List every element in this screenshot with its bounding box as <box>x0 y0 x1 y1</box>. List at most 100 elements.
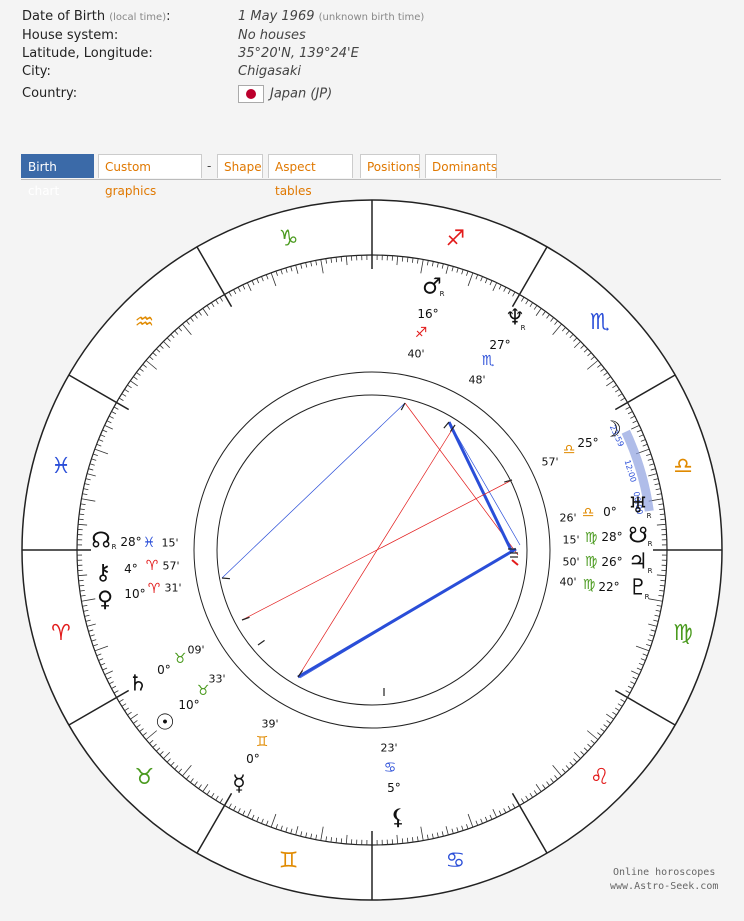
sun-degree-label: 10° <box>178 698 199 712</box>
degree-tick <box>402 838 403 843</box>
pluto-sign-icon: ♍ <box>583 577 596 593</box>
sun-icon: ☉ <box>155 711 175 736</box>
node-icon: ☊ <box>91 529 111 554</box>
lilith-icon: ☋ <box>628 524 648 549</box>
dob-label: Date of Birth (local time): <box>22 8 238 27</box>
tab-birth-chart[interactable]: Birth chart <box>21 154 94 178</box>
leo-sign-icon: ♌ <box>590 765 610 790</box>
venus-degree-label: 10° <box>124 587 145 601</box>
venus-icon: ♀ <box>97 588 113 613</box>
pisces-sign-icon: ♓ <box>51 454 71 479</box>
degree-tick <box>341 257 342 262</box>
tab-shape[interactable]: Shape <box>217 154 263 178</box>
planet-marker-tick <box>222 578 230 579</box>
degree-tick <box>660 580 665 581</box>
moon-icon: ☽ <box>602 418 622 443</box>
moon-sign-icon: ♎ <box>563 442 576 458</box>
birth-chart-wheel: ♑♐♏♎♍♌♋♊♉♈♓♒ 23:5912:0000:00 ♂R16°♐40'♆R… <box>0 190 744 917</box>
tab-dominants[interactable]: Dominants <box>425 154 497 178</box>
credit-line-1: Online horoscopes <box>610 866 718 880</box>
saturn-degree-label: 0° <box>157 663 171 677</box>
pluto-retrograde-label: R <box>645 593 650 601</box>
node-degree-label: 28° <box>120 535 141 549</box>
sun-minute-label: 33' <box>208 673 225 686</box>
pluto-minute-label: 40' <box>559 576 576 589</box>
house-value: No houses <box>238 27 306 45</box>
jupiter-retrograde-label: R <box>648 567 653 575</box>
neptune-retrograde-label: R <box>521 324 526 332</box>
uranus-sign-icon: ♎ <box>582 505 595 521</box>
tab-custom-graphics[interactable]: Custom graphics <box>98 154 202 178</box>
true-node-degree-label: 5° <box>387 781 401 795</box>
mars-sign-icon: ♐ <box>415 325 428 341</box>
house-row: House system: No houses <box>22 27 424 45</box>
mercury-icon: ☿ <box>232 772 246 797</box>
moon-minute-label: 57' <box>541 456 558 469</box>
mars-minute-label: 40' <box>407 348 424 361</box>
country-label: Country: <box>22 85 238 104</box>
chart-svg: ♑♐♏♎♍♌♋♊♉♈♓♒ 23:5912:0000:00 ♂R16°♐40'♆R… <box>0 190 744 917</box>
saturn-minute-label: 09' <box>187 644 204 657</box>
site-credit: Online horoscopes www.Astro-Seek.com <box>610 866 718 894</box>
sagittarius-sign-icon: ♐ <box>445 226 465 251</box>
node-minute-label: 15' <box>161 537 178 550</box>
latlon-label: Latitude, Longitude: <box>22 45 238 63</box>
mercury-degree-label: 0° <box>246 752 260 766</box>
node-sign-icon: ♓ <box>143 535 156 551</box>
house-label: House system: <box>22 27 238 45</box>
city-row: City: Chigasaki <box>22 63 424 81</box>
uranus-degree-label: 0° <box>603 505 617 519</box>
chiron-icon: ⚷ <box>95 561 111 586</box>
sun-sign-icon: ♉ <box>197 683 210 699</box>
neptune-sign-icon: ♏ <box>482 353 495 369</box>
chart-tabs: Birth chart Custom graphics - Shape Aspe… <box>21 154 721 180</box>
mercury-sign-icon: ♊ <box>256 734 269 750</box>
capricorn-sign-icon: ♑ <box>279 226 299 251</box>
mars-degree-label: 16° <box>417 307 438 321</box>
saturn-icon: ♄ <box>128 672 148 697</box>
jupiter-minute-label: 50' <box>562 556 579 569</box>
moon-degree-label: 25° <box>577 436 598 450</box>
true-node-icon: ⚸ <box>390 806 406 831</box>
tab-positions[interactable]: Positions <box>360 154 420 178</box>
city-value: Chigasaki <box>238 63 301 81</box>
libra-sign-icon: ♎ <box>673 454 693 479</box>
degree-tick <box>79 580 84 581</box>
degree-tick <box>79 519 84 520</box>
latlon-row: Latitude, Longitude: 35°20'N, 139°24'E <box>22 45 424 63</box>
lilith-degree-label: 28° <box>601 530 622 544</box>
jupiter-sign-icon: ♍ <box>585 554 598 570</box>
country-row: Country: Japan (JP) <box>22 85 424 104</box>
uranus-icon: ♅ <box>628 494 648 519</box>
chiron-minute-label: 57' <box>162 560 179 573</box>
virgo-sign-icon: ♍ <box>673 621 693 646</box>
degree-tick <box>402 257 403 262</box>
neptune-minute-label: 48' <box>468 374 485 387</box>
uranus-minute-label: 26' <box>559 512 576 525</box>
jupiter-degree-label: 26° <box>601 555 622 569</box>
tab-aspect-tables[interactable]: Aspect tables <box>268 154 353 178</box>
lilith-retrograde-label: R <box>648 540 653 548</box>
lilith-minute-label: 15' <box>562 534 579 547</box>
scorpio-sign-icon: ♏ <box>590 310 610 335</box>
dob-value: 1 May 1969 (unknown birth time) <box>238 8 424 27</box>
degree-tick <box>341 838 342 843</box>
city-label: City: <box>22 63 238 81</box>
tab-separator: - <box>207 154 211 178</box>
mars-retrograde-label: R <box>440 290 445 298</box>
gemini-sign-icon: ♊ <box>279 849 299 874</box>
aries-sign-icon: ♈ <box>51 621 71 646</box>
mercury-minute-label: 39' <box>261 718 278 731</box>
birth-info: Date of Birth (local time): 1 May 1969 (… <box>22 8 424 104</box>
saturn-sign-icon: ♉ <box>174 651 187 667</box>
venus-minute-label: 31' <box>164 582 181 595</box>
node-retrograde-label: R <box>112 543 117 551</box>
aquarius-sign-icon: ♒ <box>134 310 154 335</box>
degree-tick <box>660 519 665 520</box>
dob-row: Date of Birth (local time): 1 May 1969 (… <box>22 8 424 27</box>
japan-flag-icon <box>238 85 264 103</box>
credit-line-2: www.Astro-Seek.com <box>610 880 718 894</box>
uranus-retrograde-label: R <box>647 512 652 520</box>
jupiter-icon: ♃ <box>628 550 648 575</box>
pluto-degree-label: 22° <box>598 580 619 594</box>
